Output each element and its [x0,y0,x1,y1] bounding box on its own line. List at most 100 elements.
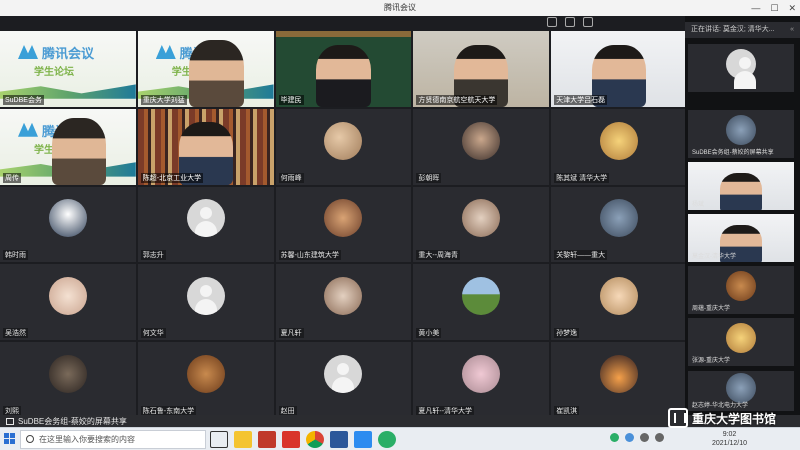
participant-tile[interactable]: 腾讯会议学生论坛周传 [0,108,136,185]
participant-avatar [462,355,501,394]
wechat-icon[interactable] [378,431,396,448]
participant-tile[interactable]: 腾讯会议 学生论坛 SuDBE会务 [0,31,136,107]
pdf-reader-icon[interactable] [282,431,300,448]
word-icon[interactable] [330,431,348,448]
grid-app-icon[interactable] [258,431,276,448]
sidebar-participant-tile[interactable]: 莫金汉-清华大学 [688,214,794,262]
task-view-icon[interactable] [210,431,228,448]
participant-avatar [48,355,87,394]
participant-tile[interactable]: 陈石鲁-东南大学 [137,342,274,418]
tencent-meeting-icon[interactable] [354,431,372,448]
fullscreen-icon[interactable] [583,17,593,27]
taskbar-apps [210,431,396,448]
participant-tile[interactable]: 崔凯淇 [551,342,687,418]
participant-avatar [324,199,363,238]
participant-tile[interactable]: 刘熙 [0,342,136,418]
participant-tile[interactable]: 韩时雨 [0,186,136,263]
network-icon[interactable] [640,433,649,442]
participant-tile[interactable]: 孙梦逸 [551,264,687,341]
participant-name: 黄小美 [416,328,442,339]
sidebar-participant-tile[interactable]: 赵志婷-华北电力大学 [688,371,794,411]
sidebar-participant-tile[interactable]: SuDBE会务组-蔡姣的屏幕共享 [688,110,794,158]
participant-tile[interactable]: 陈其斌 清华大学 [551,108,687,185]
speaking-indicator: 正在讲话: 莫金汉; 清华大... « [685,22,800,38]
participant-name: 何雨峰 [278,172,304,183]
taskbar-clock[interactable]: 9:02 2021/12/10 [712,430,747,448]
participant-tile[interactable]: 毕建民 [275,31,412,107]
top-status-icons [547,17,593,27]
window-titlebar: 腾讯会议 — ☐ ✕ [0,0,800,16]
participant-tile[interactable]: 天津大学吕石磊 [551,31,687,107]
screen-share-label: SuDBE会务组-蔡姣的屏幕共享 [18,417,127,426]
participant-avatar [726,115,756,146]
maximize-icon[interactable]: ☐ [770,0,778,16]
participant-tile[interactable]: 赵田 [275,342,412,418]
participant-name: 何文华 [140,328,166,339]
speaker-sidebar: 正在讲话: 莫金汉; 清华大... « SuDBE会务组-蔡姣的屏幕共享杨斌 莫金… [685,16,800,415]
participant-tile[interactable]: 吴浩然 [0,264,136,341]
taskbar-search-input[interactable]: 在这里输入你要搜索的内容 [20,430,206,449]
participant-avatar [600,121,639,160]
tencent-meeting-logo-icon [155,45,176,59]
close-icon[interactable]: ✕ [788,0,796,16]
participant-tile[interactable]: 黄小美 [413,264,550,341]
participant-name: SuDBE会务 [3,94,44,105]
collapse-sidebar-icon[interactable]: « [790,22,794,38]
participant-avatar [462,121,501,160]
slide-subtitle: 学生论坛 [34,67,74,78]
windows-start-button[interactable] [4,433,16,445]
participant-avatar [726,271,756,302]
participant-tile[interactable]: 何文华 [137,264,274,341]
window-title: 腾讯会议 [384,3,416,12]
participant-tile[interactable]: 夏凡轩 [275,264,412,341]
participant-tile[interactable]: 重大--周海青 [413,186,550,263]
participant-avatar [462,277,501,316]
participant-tile[interactable]: 腾讯会议学生论坛重庆大学刘猛 [137,31,274,107]
participant-video [719,172,763,210]
participant-video [51,117,106,185]
sidebar-participant-tile[interactable] [688,44,794,92]
screen-share-icon [6,418,14,425]
tray-app-icon[interactable] [625,433,634,442]
file-explorer-icon[interactable] [234,431,252,448]
participant-tile[interactable]: 方贤德南京航空航天大学 [413,31,550,107]
participant-name: 彭朝晖 [416,172,442,183]
participant-avatar [48,277,87,316]
sidebar-participant-tile[interactable]: 张源-重庆大学 [688,318,794,366]
participant-tile[interactable]: 郭志升 [137,186,274,263]
participant-tile[interactable]: 夏凡轩--清华大学 [413,342,550,418]
minimize-icon[interactable]: — [751,0,760,16]
participant-tile[interactable]: 苏馨-山东建筑大学 [275,186,412,263]
participant-name: 方贤德南京航空航天大学 [416,94,498,105]
participant-name: 吴浩然 [3,328,28,339]
participant-tile[interactable]: 关黎轩——重大 [551,186,687,263]
participant-video [189,40,244,107]
participant-avatar [324,355,363,394]
video-grid: 腾讯会议学生论坛 SuDBE会务 腾讯会议学生论坛重庆大学刘猛毕建民 方贤德南京航空航… [0,31,687,418]
tray-app-icon[interactable] [610,433,619,442]
sidebar-participant-tile[interactable]: 杨斌 [688,162,794,210]
participant-avatar [600,199,639,238]
tencent-meeting-logo-icon [18,122,38,137]
participant-avatar [726,323,756,354]
layout-icon[interactable] [565,17,575,27]
participant-name: 陈超-北京工业大学 [140,172,204,183]
participant-avatar [186,277,225,316]
participant-avatar [600,277,639,316]
participant-name: 重庆大学刘猛 [140,94,187,105]
participant-tile[interactable]: 彭朝晖 [413,108,550,185]
participant-name: 关黎轩——重大 [554,250,608,261]
sidebar-participant-name: 周蕴-重庆大学 [692,306,730,312]
chrome-icon[interactable] [306,431,324,448]
participant-video [316,44,371,107]
sidebar-participant-name: SuDBE会务组-蔡姣的屏幕共享 [692,150,774,156]
participant-avatar [600,355,639,394]
participant-tile[interactable]: 陈超-北京工业大学 [137,108,274,185]
volume-icon[interactable] [655,433,664,442]
participant-name: 孙梦逸 [554,328,580,339]
sidebar-participant-tile[interactable]: 周蕴-重庆大学 [688,266,794,314]
participant-name: 陈其斌 清华大学 [554,172,610,183]
participant-name: 毕建民 [278,94,304,105]
participant-avatar [48,199,87,238]
participant-tile[interactable]: 何雨峰 [275,108,412,185]
